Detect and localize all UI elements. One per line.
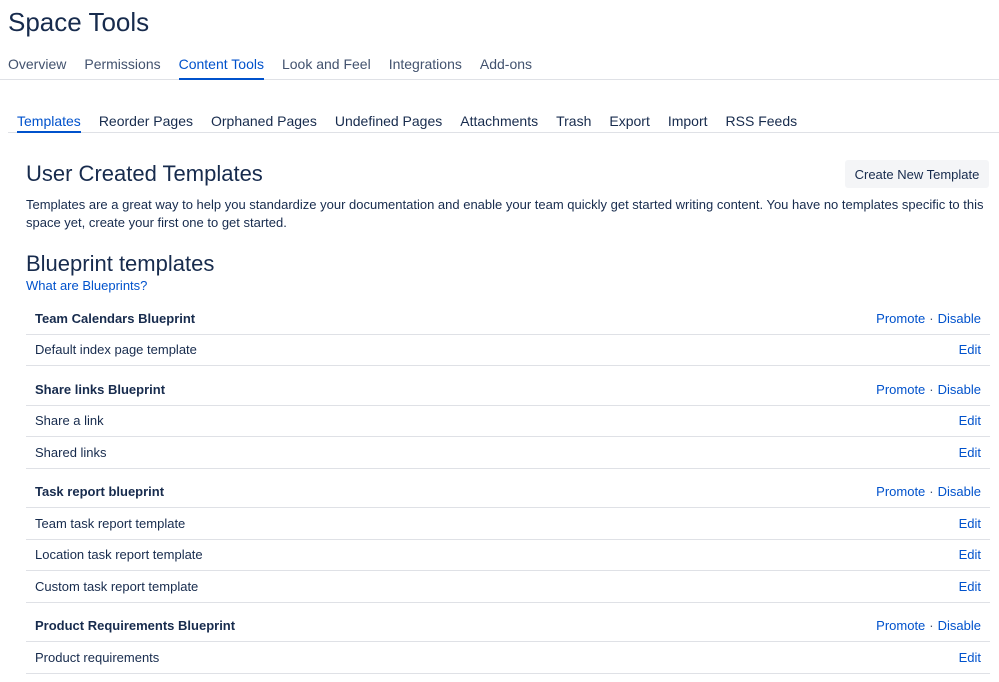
disable-link[interactable]: Disable: [938, 311, 981, 326]
subtab-trash[interactable]: Trash: [556, 108, 591, 133]
blueprint-group-name: Team Calendars Blueprint: [35, 310, 196, 326]
blueprint-actions: Promote · Disable: [876, 311, 981, 326]
space-tools-tabs: Overview Permissions Content Tools Look …: [0, 50, 999, 80]
separator: ·: [929, 381, 934, 397]
subtab-rss-feeds[interactable]: RSS Feeds: [726, 108, 798, 133]
template-name: Product requirements: [35, 649, 160, 665]
tab-look-and-feel[interactable]: Look and Feel: [282, 50, 371, 80]
blueprint-actions: Promote · Disable: [876, 382, 981, 397]
content-tools-subtabs: Templates Reorder Pages Orphaned Pages U…: [8, 108, 999, 133]
subtab-templates[interactable]: Templates: [17, 108, 81, 133]
disable-link[interactable]: Disable: [938, 618, 981, 633]
tab-overview[interactable]: Overview: [8, 50, 66, 80]
edit-link[interactable]: Edit: [959, 413, 981, 428]
blueprint-group-row: Share links Blueprint Promote · Disable: [26, 374, 990, 406]
tab-add-ons[interactable]: Add-ons: [480, 50, 532, 80]
subtab-import[interactable]: Import: [668, 108, 708, 133]
page-title: Space Tools: [8, 7, 150, 37]
blueprint-group-row: Product Requirements Blueprint Promote ·…: [26, 611, 990, 642]
blueprint-table: Team Calendars Blueprint Promote · Disab…: [26, 303, 990, 674]
blueprint-group-name: Share links Blueprint: [35, 381, 166, 397]
user-templates-description: Templates are a great way to help you st…: [26, 197, 984, 230]
template-name: Shared links: [35, 444, 107, 460]
tab-permissions[interactable]: Permissions: [84, 50, 160, 80]
tab-content-tools[interactable]: Content Tools: [178, 50, 264, 80]
blueprint-actions: Promote · Disable: [876, 484, 981, 499]
create-new-template-button[interactable]: Create New Template: [845, 160, 989, 188]
tab-integrations[interactable]: Integrations: [389, 50, 462, 80]
template-row: Product requirements Edit: [26, 642, 990, 674]
template-name: Location task report template: [35, 547, 203, 563]
edit-link[interactable]: Edit: [959, 445, 981, 460]
subtab-orphaned-pages[interactable]: Orphaned Pages: [211, 108, 317, 133]
blueprint-group-row: Team Calendars Blueprint Promote · Disab…: [26, 303, 990, 335]
subtab-reorder-pages[interactable]: Reorder Pages: [99, 108, 193, 133]
template-row: Location task report template Edit: [26, 540, 990, 571]
what-are-blueprints-link[interactable]: What are Blueprints?: [26, 278, 147, 293]
template-name: Default index page template: [35, 342, 197, 358]
separator: ·: [929, 310, 934, 326]
disable-link[interactable]: Disable: [938, 382, 981, 397]
template-name: Share a link: [35, 413, 104, 429]
promote-link[interactable]: Promote: [876, 311, 925, 326]
subtab-export[interactable]: Export: [609, 108, 649, 133]
template-row: Custom task report template Edit: [26, 571, 990, 603]
promote-link[interactable]: Promote: [876, 484, 925, 499]
template-row: Default index page template Edit: [26, 335, 990, 366]
edit-link[interactable]: Edit: [959, 342, 981, 357]
subtab-attachments[interactable]: Attachments: [460, 108, 538, 133]
blueprint-group-row: Task report blueprint Promote · Disable: [26, 477, 990, 508]
edit-link[interactable]: Edit: [959, 579, 981, 594]
promote-link[interactable]: Promote: [876, 382, 925, 397]
blueprint-actions: Promote · Disable: [876, 618, 981, 633]
promote-link[interactable]: Promote: [876, 618, 925, 633]
template-name: Custom task report template: [35, 578, 199, 594]
blueprint-templates-heading: Blueprint templates: [26, 251, 215, 276]
edit-link[interactable]: Edit: [959, 547, 981, 562]
template-name: Team task report template: [35, 515, 186, 531]
subtab-undefined-pages[interactable]: Undefined Pages: [335, 108, 442, 133]
blueprint-group-name: Task report blueprint: [35, 484, 165, 500]
user-templates-heading: User Created Templates: [26, 161, 263, 186]
blueprint-group-name: Product Requirements Blueprint: [35, 618, 236, 634]
template-row: Share a link Edit: [26, 406, 990, 437]
edit-link[interactable]: Edit: [959, 516, 981, 531]
separator: ·: [929, 484, 934, 500]
template-row: Team task report template Edit: [26, 508, 990, 540]
template-row: Shared links Edit: [26, 437, 990, 469]
disable-link[interactable]: Disable: [938, 484, 981, 499]
edit-link[interactable]: Edit: [959, 650, 981, 665]
separator: ·: [929, 618, 934, 634]
